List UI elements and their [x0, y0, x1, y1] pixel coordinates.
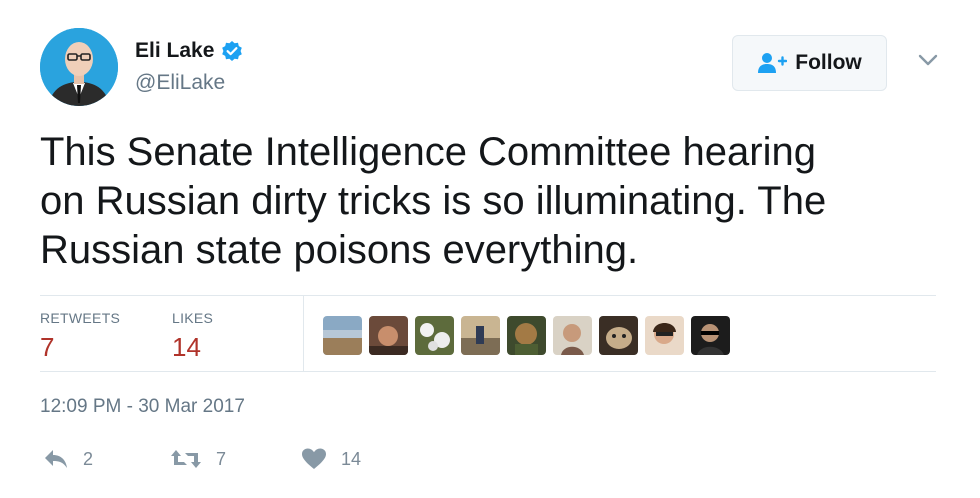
follow-person-icon	[758, 53, 788, 73]
author-name[interactable]: Eli Lake	[135, 39, 243, 63]
divider-bottom	[40, 371, 936, 372]
reply-action[interactable]: 2	[43, 448, 93, 470]
avatar-image	[40, 28, 118, 106]
retweet-count: 7	[216, 448, 227, 469]
reply-icon	[45, 450, 67, 468]
reply-count: 2	[83, 448, 94, 469]
follow-button[interactable]: Follow	[732, 35, 887, 91]
retweets-label[interactable]: RETWEETS	[40, 310, 120, 326]
retweet-icon	[171, 450, 201, 468]
liker-avatar[interactable]	[553, 316, 592, 355]
liker-avatar[interactable]	[645, 316, 684, 355]
follow-button-label: Follow	[795, 51, 862, 74]
liker-avatars	[323, 316, 737, 355]
like-count: 14	[341, 448, 362, 469]
stats-separator	[303, 296, 304, 371]
likes-count[interactable]: 14	[172, 332, 201, 363]
author-name-text[interactable]: Eli Lake	[135, 39, 214, 63]
retweets-count[interactable]: 7	[40, 332, 54, 363]
retweet-action[interactable]: 7	[170, 448, 226, 470]
like-action[interactable]: 14	[301, 448, 361, 470]
liker-avatar[interactable]	[461, 316, 500, 355]
liker-avatar[interactable]	[599, 316, 638, 355]
avatar[interactable]	[40, 28, 118, 106]
liker-avatar[interactable]	[415, 316, 454, 355]
tweet-timestamp[interactable]: 12:09 PM - 30 Mar 2017	[40, 396, 245, 418]
liker-avatar[interactable]	[323, 316, 362, 355]
liker-avatar[interactable]	[691, 316, 730, 355]
likes-label[interactable]: LIKES	[172, 310, 213, 326]
heart-icon	[302, 448, 326, 469]
liker-avatar[interactable]	[507, 316, 546, 355]
chevron-down-icon[interactable]	[917, 52, 939, 68]
divider-top	[40, 295, 936, 296]
verified-badge-icon	[221, 40, 243, 62]
liker-avatar[interactable]	[369, 316, 408, 355]
author-handle[interactable]: @EliLake	[135, 71, 225, 95]
tweet-text: This Senate Intelligence Committee heari…	[40, 130, 827, 272]
